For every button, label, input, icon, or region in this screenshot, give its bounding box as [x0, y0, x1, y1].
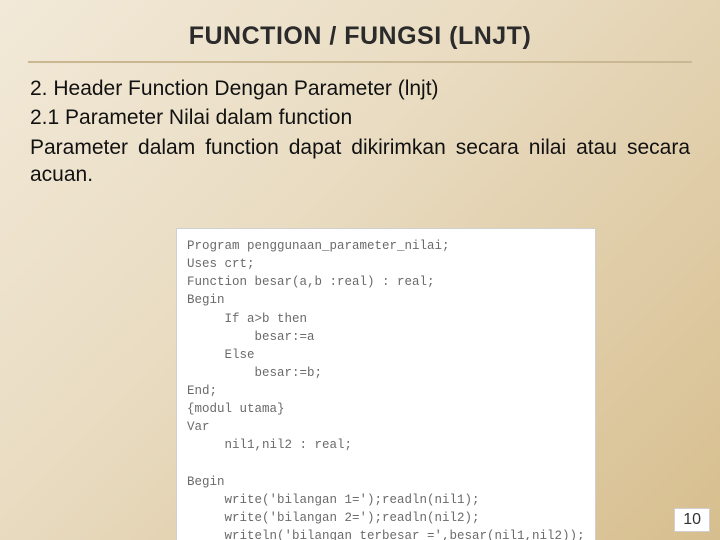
slide: FUNCTION / FUNGSI (LNJT) 2. Header Funct… [0, 0, 720, 540]
slide-title: FUNCTION / FUNGSI (LNJT) [0, 0, 720, 61]
body-line-1: 2. Header Function Dengan Parameter (lnj… [30, 75, 690, 102]
page-number: 10 [674, 508, 710, 532]
body-line-3: Parameter dalam function dapat dikirimka… [30, 134, 690, 189]
code-block: Program penggunaan_parameter_nilai; Uses… [176, 228, 596, 540]
body-line-2: 2.1 Parameter Nilai dalam function [30, 104, 690, 131]
title-underline [28, 61, 692, 63]
code-text: Program penggunaan_parameter_nilai; Uses… [187, 237, 585, 540]
body-text: 2. Header Function Dengan Parameter (lnj… [0, 75, 720, 188]
